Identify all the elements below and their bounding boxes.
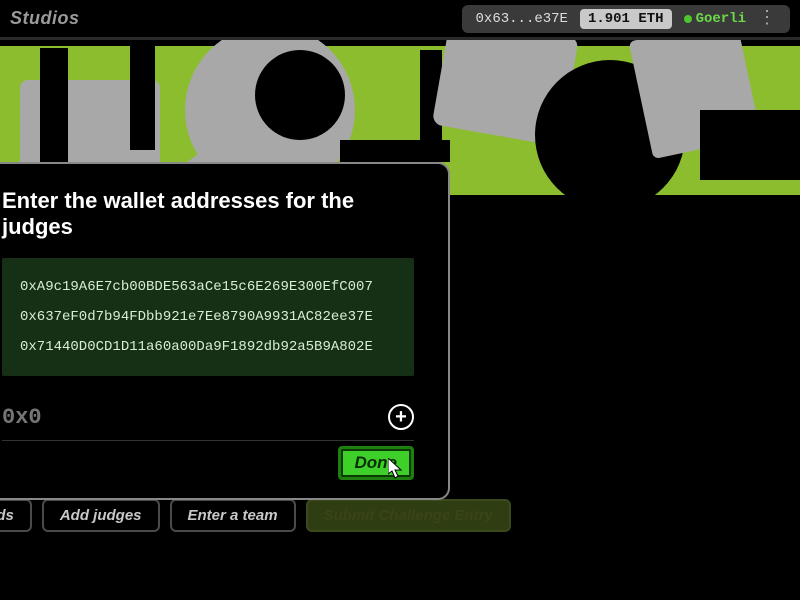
wallet-balance: 1.901 ETH <box>580 9 672 29</box>
wallet-address: 0x63...e37E <box>470 9 574 29</box>
wallet-pill[interactable]: 0x63...e37E 1.901 ETH Goerli ⋮ <box>462 5 790 33</box>
submit-entry-button[interactable]: Submit Challenge Entry <box>306 499 511 532</box>
modal-footer: Done <box>2 446 414 480</box>
judge-address: 0xA9c19A6E7cb00BDE563aCe15c6E269E300EfC0… <box>20 272 396 302</box>
done-button[interactable]: Done <box>338 446 415 480</box>
network-label: Goerli <box>696 11 746 27</box>
judges-modal: Enter the wallet addresses for the judge… <box>0 162 450 500</box>
judge-address: 0x637eF0d7b94FDbb921e7Ee8790A9931AC82ee3… <box>20 302 396 332</box>
plus-icon: + <box>395 407 407 427</box>
address-input[interactable] <box>2 405 378 430</box>
modal-title: Enter the wallet addresses for the judge… <box>2 188 414 240</box>
add-judges-button[interactable]: Add judges <box>42 499 160 532</box>
judge-address: 0x71440D0CD1D11a60a00Da9F1892db92a5B9A80… <box>20 332 396 362</box>
rounds-button[interactable]: unds <box>0 499 32 532</box>
network-status-icon <box>684 15 692 23</box>
kebab-menu-icon[interactable]: ⋮ <box>752 10 782 28</box>
enter-team-button[interactable]: Enter a team <box>170 499 296 532</box>
address-input-row: + <box>2 398 414 441</box>
wallet-network: Goerli <box>684 11 746 27</box>
judge-address-list: 0xA9c19A6E7cb00BDE563aCe15c6E269E300EfC0… <box>2 258 414 376</box>
topbar: Studios 0x63...e37E 1.901 ETH Goerli ⋮ <box>0 0 800 40</box>
action-bar: unds Add judges Enter a team Submit Chal… <box>0 499 511 532</box>
add-address-button[interactable]: + <box>388 404 414 430</box>
brand-label: Studios <box>10 8 80 29</box>
